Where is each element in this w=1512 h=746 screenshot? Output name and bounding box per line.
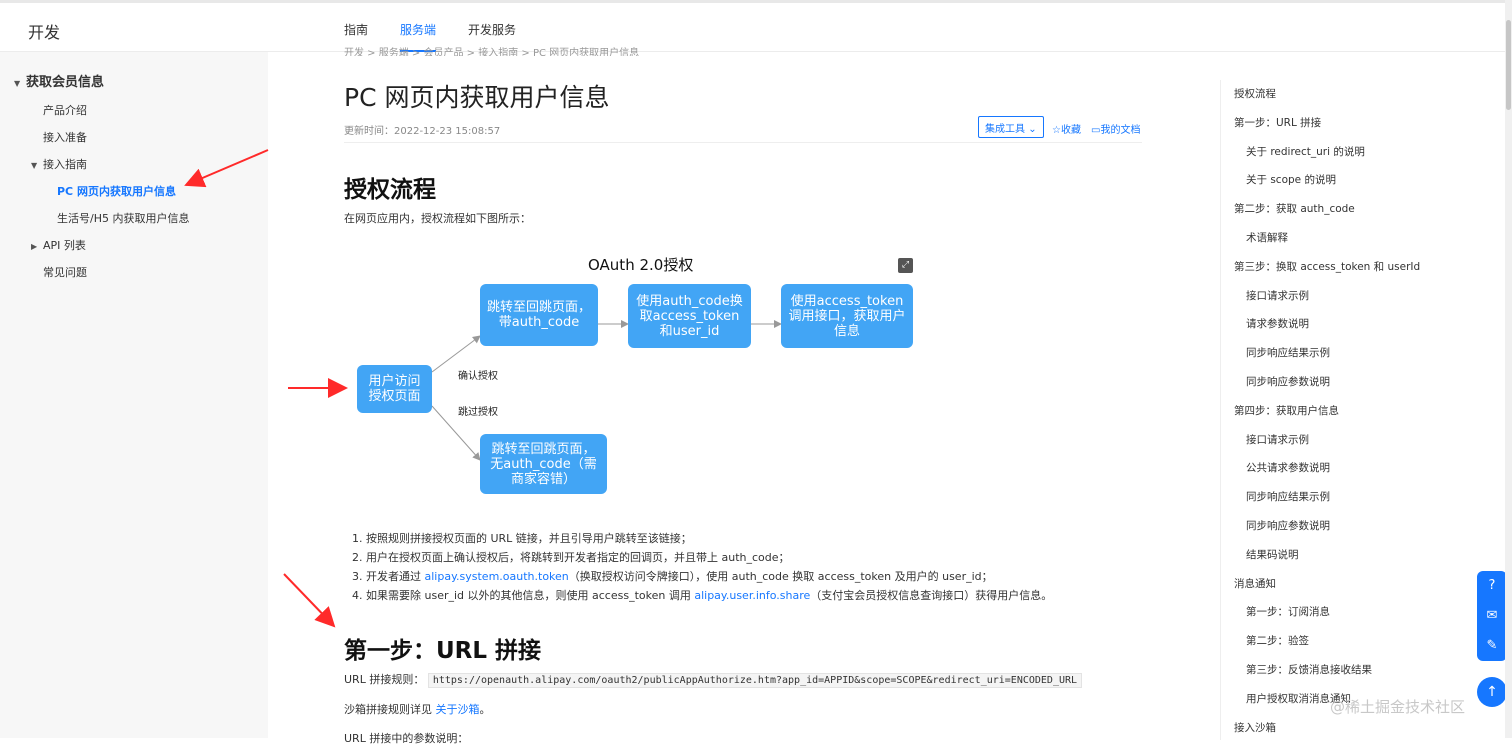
sidebar-item-h5[interactable]: 生活号/H5 内获取用户信息: [57, 210, 189, 226]
expand-icon[interactable]: ⤢: [898, 258, 913, 273]
watermark: @稀土掘金技术社区: [1330, 698, 1466, 716]
oauth-token-api-link[interactable]: alipay.system.oauth.token: [425, 570, 569, 583]
page-scrollbar[interactable]: [1505, 0, 1512, 738]
toc-item[interactable]: 同步响应结果示例: [1246, 345, 1330, 360]
edge-label-confirm: 确认授权: [458, 371, 498, 382]
divider: [344, 142, 1142, 143]
toc-item[interactable]: 授权流程: [1234, 86, 1276, 101]
toc-item[interactable]: 关于 scope 的说明: [1246, 172, 1336, 187]
floating-toolbar: ? ✉ ✎: [1477, 571, 1507, 661]
url-rule-line: URL 拼接规则： https://openauth.alipay.com/oa…: [344, 671, 1083, 688]
sandbox-line: 沙箱拼接规则详见 关于沙箱。: [344, 701, 491, 717]
scrollbar-thumb[interactable]: [1506, 20, 1511, 110]
auth-flow-intro: 在网页应用内，授权流程如下图所示：: [344, 212, 531, 225]
toc-item[interactable]: 第二步：验签: [1246, 633, 1309, 648]
toc-item[interactable]: 第二步：获取 auth_code: [1234, 201, 1355, 216]
section-step1-title: 第一步：URL 拼接: [344, 638, 542, 664]
toc-item[interactable]: 第四步：获取用户信息: [1234, 403, 1339, 418]
toc-item[interactable]: 消息通知: [1234, 576, 1276, 591]
sidebar-item-preparation[interactable]: 接入准备: [43, 129, 87, 145]
section-auth-flow-title: 授权流程: [344, 177, 436, 203]
param-desc: URL 拼接中的参数说明：: [344, 732, 469, 745]
brand-title: 开发: [28, 23, 61, 42]
toc-item[interactable]: 同步响应参数说明: [1246, 374, 1330, 389]
list-item: 4. 如果需要除 user_id 以外的其他信息，则使用 access_toke…: [352, 587, 1052, 606]
sandbox-link[interactable]: 关于沙箱: [436, 703, 480, 716]
flow-node-exchange-token: 使用auth_code换取access_token和user_id: [628, 284, 751, 348]
toc-item[interactable]: 请求参数说明: [1246, 316, 1309, 331]
toc-item[interactable]: 第一步：订阅消息: [1246, 604, 1330, 619]
caret-down-icon: ▼: [31, 161, 38, 170]
top-bar: 开发 指南 服务端 开发服务: [0, 0, 1512, 52]
edge-label-skip: 跳过授权: [458, 407, 498, 418]
user-info-share-api-link[interactable]: alipay.user.info.share: [694, 589, 810, 602]
sidebar-group-label: 获取会员信息: [26, 75, 105, 90]
star-icon: ☆: [1052, 125, 1061, 136]
my-docs-label: 我的文档: [1100, 125, 1141, 136]
flow-title: OAuth 2.0授权: [588, 256, 694, 274]
feedback-icon[interactable]: ✎: [1477, 631, 1507, 661]
sidebar: ▼ 获取会员信息 产品介绍 接入准备 ▼ 接入指南 PC 网页内获取用户信息 生活号…: [0, 52, 268, 738]
step-text: （换取授权访问令牌接口），使用 auth_code 换取 access_toke…: [568, 570, 993, 583]
sidebar-item-api-list[interactable]: ▶ API 列表: [31, 237, 86, 253]
list-item: 2. 用户在授权页面上确认授权后，将跳转到开发者指定的回调页，并且带上 auth…: [352, 551, 790, 564]
tools-label: 集成工具: [985, 124, 1025, 135]
list-item: 3. 开发者通过 alipay.system.oauth.token（换取授权访…: [352, 568, 1052, 587]
caret-down-icon: ▼: [14, 79, 21, 88]
back-to-top-button[interactable]: ↑: [1477, 677, 1507, 707]
step-text: 3. 开发者通过: [352, 570, 425, 583]
sidebar-item-label: API 列表: [43, 239, 86, 252]
sidebar-item-label: 接入指南: [43, 158, 87, 171]
toc-item[interactable]: 接口请求示例: [1246, 432, 1309, 447]
step-text: （支付宝会员授权信息查询接口）获得用户信息。: [810, 589, 1053, 602]
page-title: PC 网页内获取用户信息: [344, 83, 610, 112]
updated-time: 更新时间：2022-12-23 15:08:57: [344, 126, 501, 137]
step-text: 4. 如果需要除 user_id 以外的其他信息，则使用 access_toke…: [352, 589, 695, 602]
toc-item[interactable]: 第三步：反馈消息接收结果: [1246, 662, 1372, 677]
toc-item[interactable]: 同步响应参数说明: [1246, 518, 1330, 533]
caret-right-icon: ▶: [31, 242, 38, 251]
breadcrumb: 开发 > 服务端 > 会员产品 > 接入指南 > PC 网页内获取用户信息: [344, 48, 640, 56]
toc-item[interactable]: 第一步：URL 拼接: [1234, 115, 1321, 130]
toc-item[interactable]: 关于 redirect_uri 的说明: [1246, 144, 1365, 159]
flow-node-call-api: 使用access_token调用接口，获取用户信息: [781, 284, 913, 348]
sidebar-item-guide[interactable]: ▼ 接入指南: [31, 156, 87, 172]
url-rule-code: https://openauth.alipay.com/oauth2/publi…: [427, 673, 1083, 688]
sidebar-group-member-info[interactable]: ▼ 获取会员信息: [14, 71, 104, 90]
annotation-arrow-step1: [283, 573, 336, 628]
sidebar-item-pc-web[interactable]: PC 网页内获取用户信息: [57, 183, 176, 199]
url-rule-label: URL 拼接规则：: [344, 673, 425, 686]
toc-item[interactable]: 接口请求示例: [1246, 288, 1309, 303]
chevron-down-icon: ⌄: [1028, 124, 1037, 135]
table-of-contents: 授权流程第一步：URL 拼接关于 redirect_uri 的说明 关于 scop…: [1220, 80, 1500, 740]
sidebar-item-faq[interactable]: 常见问题: [43, 264, 87, 280]
flow-node-start: 用户访问授权页面: [357, 365, 432, 413]
auth-steps-list: 1. 按照规则拼接授权页面的 URL 链接，并且引导用户跳转至该链接； 2. 用…: [352, 530, 1052, 606]
toc-item[interactable]: 公共请求参数说明: [1246, 460, 1330, 475]
integration-tools-dropdown[interactable]: 集成工具 ⌄: [978, 116, 1044, 138]
help-icon[interactable]: ?: [1477, 571, 1507, 601]
toc-item[interactable]: 术语解释: [1246, 230, 1288, 245]
chat-icon[interactable]: ✉: [1477, 601, 1507, 631]
sidebar-item-product-intro[interactable]: 产品介绍: [43, 102, 87, 118]
flow-node-redirect-with-code: 跳转至回跳页面，带auth_code: [480, 284, 598, 346]
toc-item[interactable]: 接入沙箱: [1234, 720, 1276, 735]
flow-node-redirect-without-code: 跳转至回跳页面，无auth_code（需商家容错）: [480, 434, 607, 494]
toc-item[interactable]: 同步响应结果示例: [1246, 489, 1330, 504]
sandbox-text: 沙箱拼接规则详见: [344, 703, 436, 716]
sandbox-text: 。: [479, 703, 491, 716]
my-docs-link[interactable]: ▭我的文档: [1091, 121, 1140, 136]
toc-item[interactable]: 结果码说明: [1246, 547, 1299, 562]
toc-item[interactable]: 第三步：换取 access_token 和 userId: [1234, 259, 1420, 274]
list-item: 1. 按照规则拼接授权页面的 URL 链接，并且引导用户跳转至该链接；: [352, 532, 692, 545]
favorite-label: 收藏: [1060, 125, 1081, 136]
favorite-link[interactable]: ☆收藏: [1052, 121, 1081, 136]
